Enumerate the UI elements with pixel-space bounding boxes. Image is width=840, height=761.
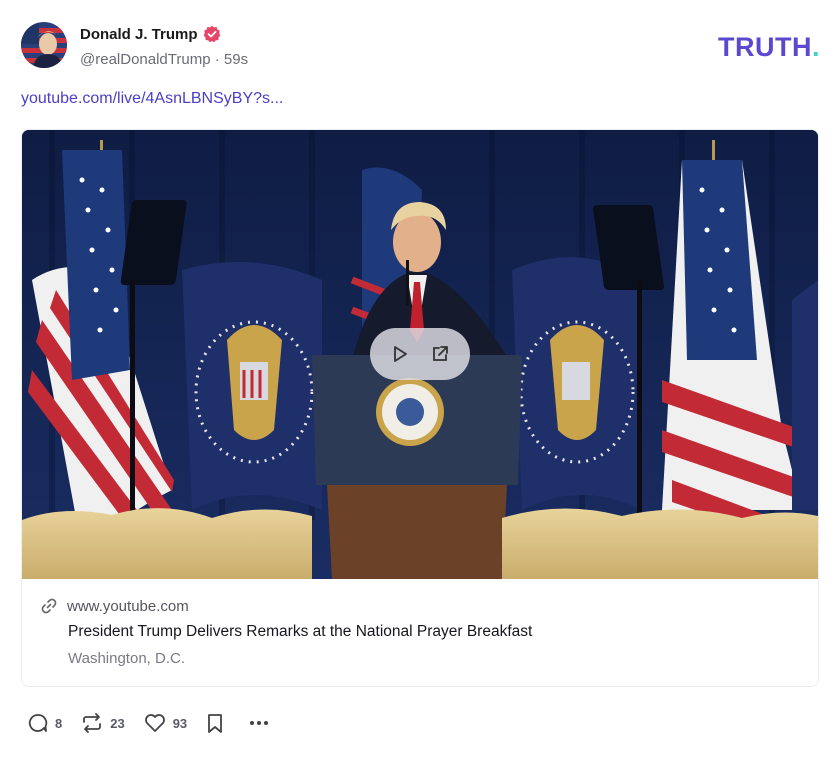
video-thumbnail[interactable] <box>22 130 818 579</box>
timestamp[interactable]: 59s <box>224 51 248 68</box>
more-icon <box>247 712 271 734</box>
card-meta: www.youtube.com President Trump Delivers… <box>22 579 818 686</box>
avatar[interactable] <box>21 22 67 68</box>
card-title[interactable]: President Trump Delivers Remarks at the … <box>68 623 532 641</box>
logo-text: TRUTH <box>718 32 812 62</box>
like-button[interactable]: 93 <box>143 712 187 734</box>
separator: · <box>214 51 220 68</box>
card-domain: www.youtube.com <box>67 597 189 615</box>
post-actions: 8 23 93 <box>27 710 289 736</box>
more-button[interactable] <box>247 712 271 734</box>
logo-dot: . <box>811 32 820 62</box>
retruth-button[interactable]: 23 <box>80 712 125 734</box>
link-preview-card[interactable]: www.youtube.com President Trump Delivers… <box>21 129 819 687</box>
retruth-count: 23 <box>110 715 125 731</box>
external-link-icon[interactable] <box>429 343 451 365</box>
bookmark-icon <box>205 712 225 734</box>
reply-count: 8 <box>55 715 63 731</box>
post-link[interactable]: youtube.com/live/4AsnLBNSyBY?s... <box>21 90 283 108</box>
reply-button[interactable]: 8 <box>27 712 62 734</box>
bookmark-button[interactable] <box>205 712 225 734</box>
reply-icon <box>27 712 49 734</box>
verified-badge-icon <box>203 25 221 43</box>
retruth-icon <box>80 712 104 734</box>
post-header: Donald J. Trump @realDonaldTrump · 59s T… <box>21 22 821 70</box>
heart-icon <box>143 712 167 734</box>
handle[interactable]: @realDonaldTrump <box>80 51 211 68</box>
display-name[interactable]: Donald J. Trump <box>80 26 198 43</box>
handle-row: @realDonaldTrump · 59s <box>80 51 248 68</box>
link-icon <box>40 597 58 615</box>
card-description: Washington, D.C. <box>68 650 185 667</box>
video-controls <box>370 328 470 380</box>
play-icon[interactable] <box>389 343 411 365</box>
truth-logo[interactable]: TRUTH. <box>718 32 820 63</box>
like-count: 93 <box>172 715 188 731</box>
